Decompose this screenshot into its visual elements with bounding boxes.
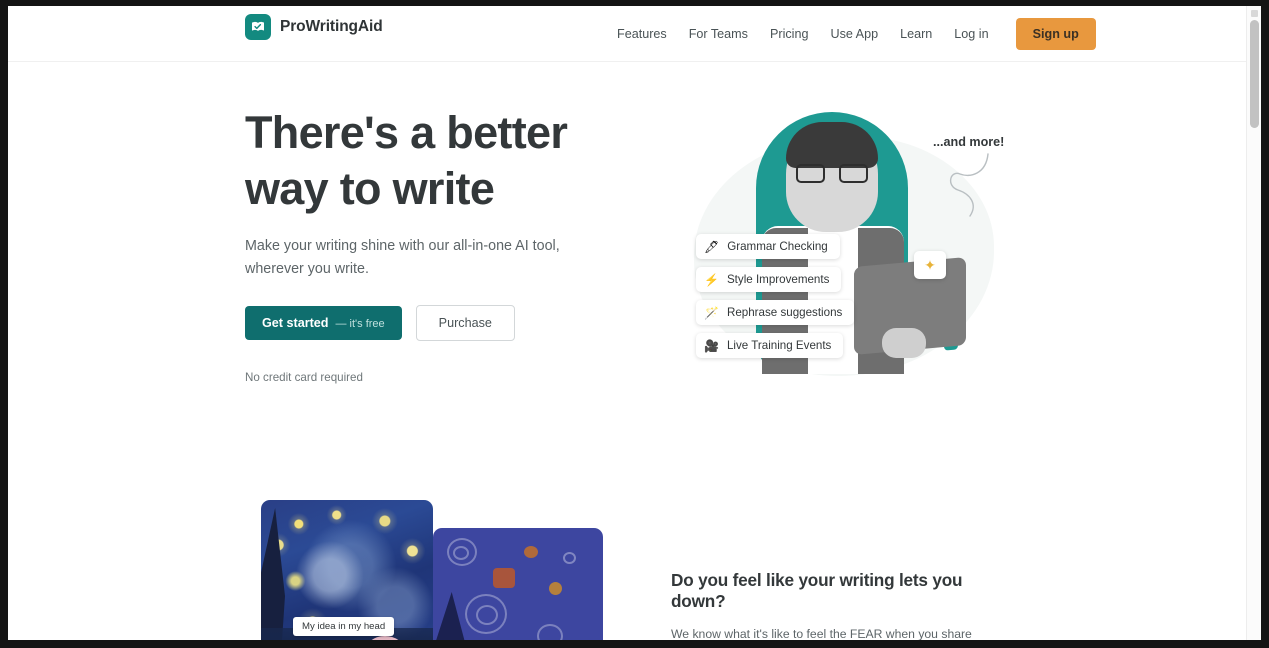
browser-viewport-frame: ProWritingAid Features For Teams Pricing… bbox=[0, 0, 1269, 648]
artwork-comparison-group: My idea in my head bbox=[253, 500, 603, 640]
sketch-version-card bbox=[433, 528, 603, 640]
hero-copy-block: There's a better way to write Make your … bbox=[245, 105, 605, 384]
hero-title: There's a better way to write bbox=[245, 107, 568, 214]
feature-pill-rephrase-suggestions[interactable]: 🪄 Rephrase suggestions bbox=[696, 300, 855, 325]
feature-pill-label: Live Training Events bbox=[726, 339, 832, 352]
magic-wand-icon: 🪄 bbox=[704, 305, 719, 320]
get-started-sublabel: — it's free bbox=[335, 318, 385, 330]
purchase-button[interactable]: Purchase bbox=[415, 305, 515, 341]
nav-item-log-in[interactable]: Log in bbox=[943, 21, 999, 47]
hero-subtitle: Make your writing shine with our all-in-… bbox=[245, 238, 560, 277]
and-more-label: ...and more! bbox=[933, 135, 1005, 149]
hero-illustration: ✦ ...and more! 🖋 Grammar Checking ⚡ Styl… bbox=[668, 106, 1028, 406]
scroll-up-arrow-icon[interactable] bbox=[1251, 10, 1258, 17]
get-started-button[interactable]: Get started — it's free bbox=[245, 306, 402, 340]
artwork-caption: My idea in my head bbox=[293, 617, 395, 636]
lightning-bolt-icon: ⚡ bbox=[704, 272, 719, 287]
page-surface: ProWritingAid Features For Teams Pricing… bbox=[8, 6, 1261, 640]
hero-section: There's a better way to write Make your … bbox=[8, 62, 1246, 482]
nav-item-use-app[interactable]: Use App bbox=[819, 21, 889, 47]
site-header: ProWritingAid Features For Teams Pricing… bbox=[8, 6, 1246, 62]
sign-up-button[interactable]: Sign up bbox=[1015, 18, 1096, 50]
no-credit-card-note: No credit card required bbox=[245, 371, 363, 384]
feature-pill-list: 🖋 Grammar Checking ⚡ Style Improvements … bbox=[696, 234, 855, 358]
sketch-hill-shape bbox=[433, 592, 467, 640]
brand-name: ProWritingAid bbox=[280, 18, 383, 35]
feature-pill-live-training-events[interactable]: 🎥 Live Training Events bbox=[696, 333, 844, 358]
cypress-tree-shape bbox=[261, 508, 285, 640]
hero-cta-group: Get started — it's free Purchase bbox=[245, 305, 605, 341]
nav-item-learn[interactable]: Learn bbox=[889, 21, 943, 47]
lower-copy-block: Do you feel like your writing lets you d… bbox=[671, 570, 1019, 640]
nav-item-pricing[interactable]: Pricing bbox=[759, 21, 820, 47]
lower-section: My idea in my head Do you feel like your… bbox=[8, 482, 1246, 640]
main-navigation: Features For Teams Pricing Use App Learn… bbox=[606, 6, 1096, 62]
person-hand bbox=[882, 328, 926, 358]
eyeglasses-icon bbox=[796, 164, 868, 183]
lower-section-title: Do you feel like your writing lets you d… bbox=[671, 570, 963, 611]
video-camera-icon: 🎥 bbox=[704, 338, 719, 353]
feature-pill-label: Style Improvements bbox=[726, 273, 830, 286]
sparkle-icon: ✦ bbox=[914, 251, 946, 279]
page-scrollbar-thumb[interactable] bbox=[1250, 20, 1259, 128]
lower-section-body: We know what it's like to feel the FEAR … bbox=[671, 627, 972, 640]
book-check-logo-icon bbox=[245, 14, 271, 40]
page-scrollbar-track[interactable] bbox=[1246, 6, 1261, 640]
nav-item-features[interactable]: Features bbox=[606, 21, 678, 47]
feature-pill-label: Grammar Checking bbox=[727, 240, 828, 253]
quill-pen-icon: 🖋 bbox=[704, 239, 720, 254]
brand-logo-link[interactable]: ProWritingAid bbox=[245, 14, 383, 40]
feature-pill-style-improvements[interactable]: ⚡ Style Improvements bbox=[696, 267, 842, 292]
get-started-label: Get started bbox=[262, 316, 329, 330]
feature-pill-label: Rephrase suggestions bbox=[726, 306, 843, 319]
curved-pointer-line-icon bbox=[950, 153, 989, 217]
feature-pill-grammar-checking[interactable]: 🖋 Grammar Checking bbox=[696, 234, 840, 259]
nav-item-for-teams[interactable]: For Teams bbox=[678, 21, 759, 47]
